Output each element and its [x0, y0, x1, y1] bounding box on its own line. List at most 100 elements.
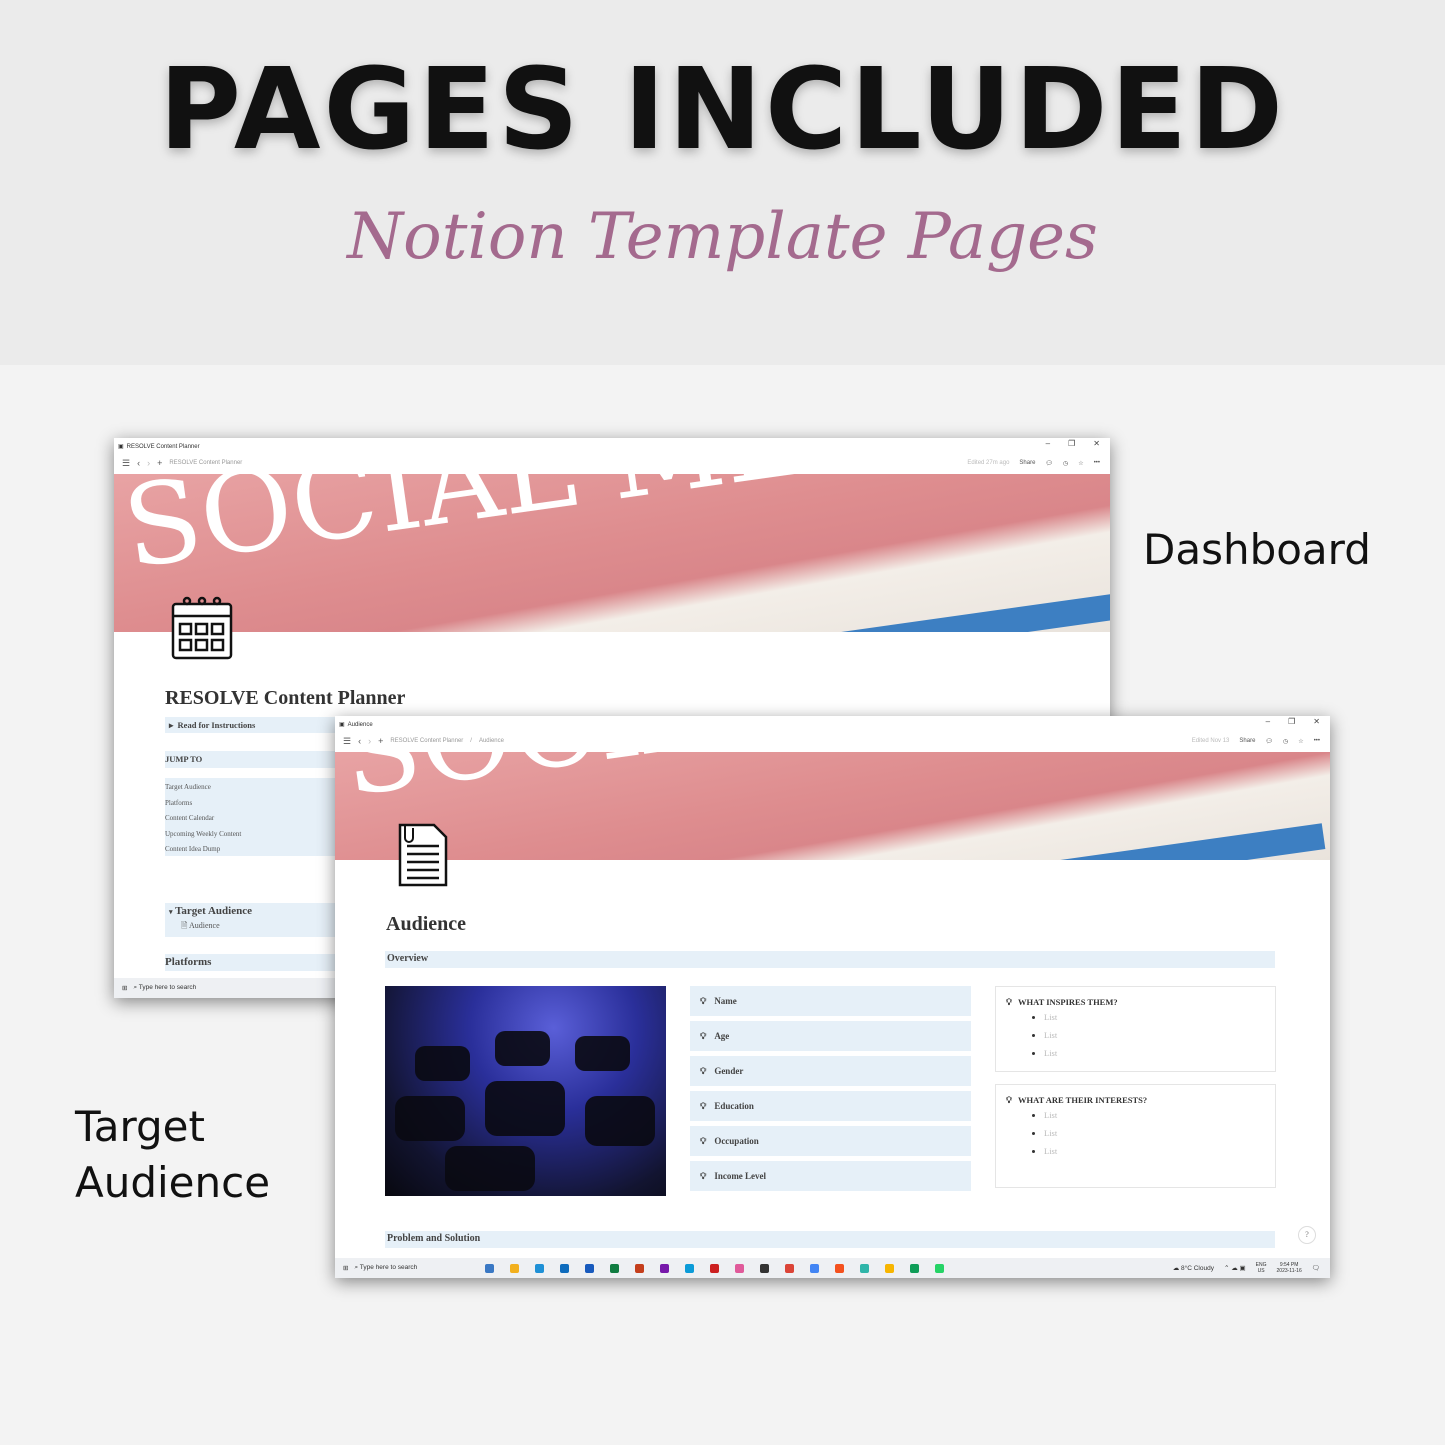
toggle-instructions[interactable]: ▸ Read for Instructions — [165, 717, 345, 733]
more-icon[interactable]: ••• — [1314, 738, 1320, 744]
date: 2023-11-16 — [1276, 1268, 1302, 1274]
share-button[interactable]: Share — [1019, 460, 1035, 466]
back-icon[interactable]: ‹ — [358, 736, 361, 746]
comment-icon[interactable]: 💬︎ — [1045, 460, 1053, 467]
inspires-card: 💡︎WHAT INSPIRES THEM?ListListList — [995, 986, 1276, 1072]
taskbar-app-icon[interactable] — [910, 1263, 920, 1273]
back-icon[interactable]: ‹ — [137, 458, 140, 468]
list-item[interactable]: List — [1044, 1124, 1265, 1142]
field-label: Income Level — [714, 1171, 767, 1181]
restore-button[interactable]: ❐ — [1288, 717, 1295, 726]
lightbulb-icon: 💡︎ — [700, 1100, 707, 1111]
forward-icon[interactable]: › — [368, 736, 371, 746]
comment-icon[interactable]: 💬︎ — [1265, 738, 1273, 745]
breadcrumb-separator: / — [470, 738, 472, 744]
edited-status: Edited 27m ago — [967, 460, 1010, 466]
property-field[interactable]: 💡︎ Income Level — [690, 1161, 971, 1191]
audience-link[interactable]: 🗎︎ Audience — [181, 920, 345, 934]
star-icon[interactable]: ☆ — [1298, 738, 1303, 745]
field-label: Gender — [714, 1066, 744, 1076]
taskbar-app-icon[interactable] — [860, 1263, 870, 1273]
taskbar-app-icon[interactable] — [835, 1263, 845, 1273]
taskbar-app-icon[interactable] — [735, 1263, 745, 1273]
close-button[interactable]: ✕ — [1313, 717, 1320, 726]
list-item[interactable]: List — [1044, 1142, 1265, 1160]
taskbar: ⊞ ⌕ Type here to search ☁ 8°C Cloudy ⌃ ☁ ▣… — [335, 1258, 1330, 1278]
star-icon[interactable]: ☆ — [1078, 460, 1083, 467]
list-item[interactable]: List — [1044, 1026, 1265, 1044]
search-placeholder: Type here to search — [359, 1264, 418, 1271]
menu-icon[interactable]: ☰ — [122, 458, 130, 469]
lightbulb-icon: 💡︎ — [1006, 1095, 1012, 1105]
property-field[interactable]: 💡︎ Occupation — [690, 1126, 971, 1156]
taskbar-app-icon[interactable] — [535, 1263, 545, 1273]
taskbar-app-icon[interactable] — [485, 1263, 495, 1273]
taskbar-app-icon[interactable] — [760, 1263, 770, 1273]
property-field[interactable]: 💡︎ Name — [690, 986, 971, 1016]
taskbar-app-icon[interactable] — [660, 1263, 670, 1273]
share-button[interactable]: Share — [1239, 738, 1255, 744]
breadcrumb-item[interactable]: RESOLVE Content Planner — [390, 738, 463, 744]
close-button[interactable]: ✕ — [1093, 439, 1100, 448]
field-label: Name — [714, 996, 737, 1006]
lightbulb-icon: 💡︎ — [700, 995, 707, 1006]
tray-icons[interactable]: ⌃ ☁ ▣ — [1224, 1264, 1246, 1272]
notification-icon[interactable]: 🗨︎ — [1312, 1264, 1320, 1272]
jump-link[interactable]: Content Calendar — [165, 811, 345, 827]
jump-link[interactable]: Content Idea Dump — [165, 842, 345, 858]
plus-icon[interactable]: + — [378, 736, 383, 746]
toggle-target-audience[interactable]: ▾ Target Audience 🗎︎ Audience — [165, 903, 345, 937]
lightbulb-icon: 💡︎ — [700, 1135, 707, 1146]
taskbar-app-icon[interactable] — [810, 1263, 820, 1273]
taskbar-app-icon[interactable] — [610, 1263, 620, 1273]
hero-title: PAGES INCLUDED — [159, 45, 1286, 175]
field-label: Occupation — [714, 1136, 759, 1146]
jump-link[interactable]: Upcoming Weekly Content — [165, 827, 345, 843]
chairs-photo — [385, 986, 666, 1196]
history-icon[interactable]: ◷ — [1063, 460, 1068, 467]
taskbar-search[interactable]: ⌕ Type here to search — [133, 984, 233, 992]
taskbar-app-icon[interactable] — [885, 1263, 895, 1273]
taskbar-app-icon[interactable] — [785, 1263, 795, 1273]
minimize-button[interactable]: – — [1266, 717, 1270, 726]
forward-icon[interactable]: › — [147, 458, 150, 468]
language-indicator[interactable]: ENG US — [1256, 1262, 1267, 1274]
breadcrumb[interactable]: RESOLVE Content Planner — [169, 460, 242, 466]
taskbar-app-icon[interactable] — [685, 1263, 695, 1273]
taskbar-app-icon[interactable] — [935, 1263, 945, 1273]
jump-link[interactable]: Platforms — [165, 796, 345, 812]
list-item[interactable]: List — [1044, 1044, 1265, 1062]
list-item[interactable]: List — [1044, 1008, 1265, 1026]
jump-link[interactable]: Target Audience — [165, 780, 345, 796]
minimize-button[interactable]: – — [1046, 439, 1050, 448]
page-title: RESOLVE Content Planner — [165, 687, 406, 709]
taskbar-app-icon[interactable] — [510, 1263, 520, 1273]
windows-icon[interactable]: ⊞ — [343, 1264, 348, 1272]
label-target-audience: Target Audience — [75, 1099, 270, 1211]
breadcrumb-item[interactable]: Audience — [479, 738, 504, 744]
search-placeholder: Type here to search — [138, 984, 197, 991]
jump-links: Target Audience Platforms Content Calendar… — [165, 778, 345, 856]
property-field[interactable]: 💡︎ Gender — [690, 1056, 971, 1086]
taskbar-app-icon[interactable] — [585, 1263, 595, 1273]
windows-icon[interactable]: ⊞ — [122, 984, 127, 992]
card-title: WHAT ARE THEIR INTERESTS? — [1017, 1095, 1148, 1105]
more-icon[interactable]: ••• — [1094, 460, 1100, 466]
restore-button[interactable]: ❐ — [1068, 439, 1075, 448]
list-item[interactable]: List — [1044, 1106, 1265, 1124]
menu-icon[interactable]: ☰ — [343, 736, 351, 747]
help-button[interactable]: ? — [1298, 1226, 1316, 1244]
taskbar-search[interactable]: ⌕ Type here to search — [354, 1264, 479, 1272]
taskbar-app-icon[interactable] — [560, 1263, 570, 1273]
plus-icon[interactable]: + — [157, 458, 162, 468]
taskbar-app-icon[interactable] — [710, 1263, 720, 1273]
property-field[interactable]: 💡︎ Education — [690, 1091, 971, 1121]
card-title: WHAT INSPIRES THEM? — [1017, 997, 1118, 1007]
label-line: Target — [75, 1102, 205, 1151]
weather-widget[interactable]: ☁ 8°C Cloudy — [1173, 1264, 1214, 1272]
taskbar-apps — [485, 1263, 945, 1273]
clock[interactable]: 9:54 PM 2023-11-16 — [1277, 1262, 1302, 1274]
history-icon[interactable]: ◷ — [1283, 738, 1288, 745]
taskbar-app-icon[interactable] — [635, 1263, 645, 1273]
property-field[interactable]: 💡︎ Age — [690, 1021, 971, 1051]
